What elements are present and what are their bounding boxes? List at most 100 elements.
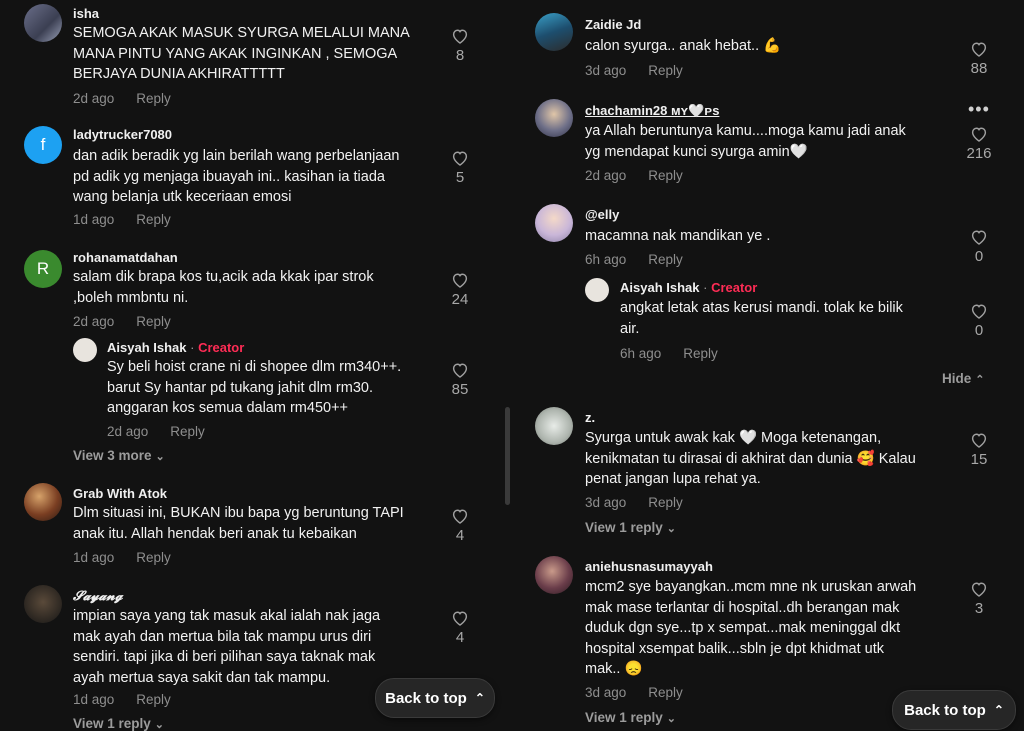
comment-username[interactable]: ladytrucker7080	[73, 127, 172, 142]
like-count: 4	[455, 629, 465, 646]
avatar[interactable]	[535, 99, 573, 137]
comment-text: SEMOGA AKAK MASUK SYURGA MELALUI MANA MAN…	[73, 25, 410, 82]
reply-button[interactable]: Reply	[136, 550, 171, 565]
like-button[interactable]: 0	[961, 228, 997, 265]
reply-button[interactable]: Reply	[648, 252, 683, 267]
comment-username[interactable]: aniehusnasumayyah	[585, 559, 713, 574]
avatar[interactable]	[73, 338, 97, 362]
comment-username[interactable]: isha	[73, 6, 99, 21]
comment-meta: 1d ago Reply	[73, 550, 171, 565]
timestamp: 2d ago	[73, 91, 115, 106]
chevron-down-icon: ⌄	[666, 523, 677, 535]
timestamp: 6h ago	[585, 252, 627, 267]
reply-username[interactable]: Aisyah Ishak · Creator	[620, 280, 757, 295]
heart-outline-icon	[452, 29, 468, 44]
timestamp: 2d ago	[107, 424, 149, 439]
view-replies[interactable]: View 1 reply ⌄	[585, 710, 676, 725]
comment-username[interactable]: chachamin28 ᴍʏ🤍ᴘs	[585, 103, 719, 119]
heart-outline-icon	[971, 42, 987, 57]
reply-button[interactable]: Reply	[136, 314, 171, 329]
reply-button[interactable]: Reply	[648, 63, 683, 78]
view-replies[interactable]: View 1 reply ⌄	[585, 520, 676, 535]
like-button[interactable]: 8	[442, 27, 478, 64]
like-button[interactable]: 15	[961, 431, 997, 468]
avatar[interactable]	[535, 13, 573, 51]
avatar[interactable]	[535, 407, 573, 445]
comment-username[interactable]: @elly	[585, 207, 619, 222]
reply-button[interactable]: Reply	[136, 692, 171, 707]
avatar[interactable]	[585, 278, 609, 302]
like-button[interactable]: 4	[442, 507, 478, 544]
like-count: 8	[455, 47, 465, 64]
comment-username[interactable]: 𝓢𝓪𝔂𝓪𝓷𝓰	[73, 588, 123, 604]
like-count: 4	[455, 527, 465, 544]
comment-meta: 6h ago Reply	[585, 252, 683, 267]
more-horizontal-icon[interactable]: •••	[968, 99, 990, 120]
timestamp: 1d ago	[73, 550, 115, 565]
timestamp: 1d ago	[73, 212, 115, 227]
heart-outline-icon	[452, 151, 468, 166]
comment-text: salam dik brapa kos tu,acik ada kkak ipa…	[73, 269, 374, 306]
reply-button[interactable]: Reply	[683, 346, 718, 361]
reply-username[interactable]: Aisyah Ishak · Creator	[107, 340, 244, 355]
reply-button[interactable]: Reply	[136, 91, 171, 106]
like-button[interactable]: 88	[961, 40, 997, 77]
avatar[interactable]	[24, 483, 62, 521]
comment-rohanamatdahan: R rohanamatdahan salam dik brapa kos tu,…	[0, 244, 500, 469]
back-to-top-button[interactable]: Back to top ⌃	[892, 690, 1016, 730]
reply-button[interactable]: Reply	[170, 424, 205, 439]
avatar[interactable]: R	[24, 250, 62, 288]
reply-meta: 2d ago Reply	[107, 424, 205, 439]
comment-text: Dlm situasi ini, BUKAN ibu bapa yg berun…	[73, 505, 404, 542]
reply-button[interactable]: Reply	[648, 495, 683, 510]
creator-badge: Creator	[711, 280, 758, 295]
comment-username[interactable]: rohanamatdahan	[73, 250, 178, 265]
back-to-top-button[interactable]: Back to top ⌃	[375, 678, 495, 718]
double-chevron-up-icon: ⌃	[474, 691, 485, 705]
avatar[interactable]	[535, 204, 573, 242]
like-button[interactable]: 216	[961, 125, 997, 162]
timestamp: 3d ago	[585, 63, 627, 78]
timestamp: 3d ago	[585, 495, 627, 510]
view-more-replies[interactable]: View 3 more ⌄	[73, 448, 165, 463]
comment-username[interactable]: Zaidie Jd	[585, 17, 641, 32]
reply-button[interactable]: Reply	[648, 685, 683, 700]
comment-text: macamna nak mandikan ye .	[585, 228, 771, 244]
heart-outline-icon	[452, 363, 468, 378]
heart-outline-icon	[452, 273, 468, 288]
heart-outline-icon	[971, 433, 987, 448]
heart-outline-icon	[452, 611, 468, 626]
heart-outline-icon	[971, 127, 987, 142]
comment-username[interactable]: z.	[585, 410, 595, 425]
comment-username[interactable]: Grab With Atok	[73, 486, 167, 501]
heart-outline-icon	[971, 230, 987, 245]
comment-chachamin28: chachamin28 ᴍʏ🤍ᴘs ••• ya Allah beruntuny…	[518, 95, 1024, 190]
scrollbar-thumb[interactable]	[505, 407, 510, 505]
comment-meta: 1d ago Reply	[73, 692, 171, 707]
chevron-down-icon: ⌄	[666, 713, 677, 725]
hide-replies[interactable]: Hide ⌃	[942, 371, 984, 386]
comment-meta: 2d ago Reply	[73, 91, 171, 106]
like-button[interactable]: 3	[961, 580, 997, 617]
avatar[interactable]	[24, 4, 62, 42]
creator-badge: Creator	[198, 340, 245, 355]
timestamp: 1d ago	[73, 692, 115, 707]
timestamp: 3d ago	[585, 685, 627, 700]
like-button[interactable]: 24	[442, 271, 478, 308]
avatar[interactable]	[535, 556, 573, 594]
avatar[interactable]: f	[24, 126, 62, 164]
heart-outline-icon	[971, 304, 987, 319]
like-button[interactable]: 85	[442, 361, 478, 398]
chevron-down-icon: ⌄	[154, 719, 165, 731]
avatar[interactable]	[24, 585, 62, 623]
heart-outline-icon	[971, 582, 987, 597]
like-button[interactable]: 4	[442, 609, 478, 646]
reply-button[interactable]: Reply	[648, 168, 683, 183]
like-count: 88	[970, 60, 988, 77]
like-button[interactable]: 5	[442, 149, 478, 186]
like-button[interactable]: 0	[961, 302, 997, 339]
chevron-up-icon: ⌃	[975, 374, 985, 386]
reply-button[interactable]: Reply	[136, 212, 171, 227]
comment-meta: 2d ago Reply	[73, 314, 171, 329]
comment-isha: isha SEMOGA AKAK MASUK SYURGA MELALUI MA…	[0, 0, 500, 115]
